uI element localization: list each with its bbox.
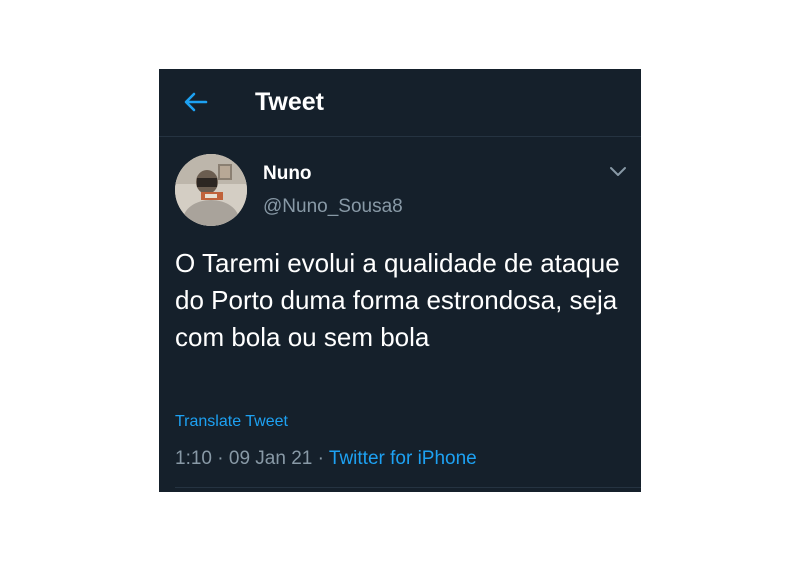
tweet-metadata: 1:10 · 09 Jan 21 · Twitter for iPhone: [175, 447, 477, 471]
tweet-date: 09 Jan 21: [228, 448, 313, 469]
meta-separator: ·: [317, 448, 324, 469]
author-handle[interactable]: @Nuno_Sousa8: [263, 195, 403, 219]
translate-tweet-link[interactable]: Translate Tweet: [175, 412, 288, 432]
divider: [175, 487, 641, 488]
meta-separator: ·: [217, 448, 224, 469]
tweet-screen: Tweet Nuno @Nuno_Sousa8 O Taremi evolui …: [159, 69, 641, 492]
page-title: Tweet: [255, 88, 324, 116]
chevron-down-icon[interactable]: [608, 165, 628, 179]
arrow-left-icon[interactable]: [181, 87, 211, 117]
top-bar: Tweet: [159, 69, 641, 137]
tweet-source-link[interactable]: Twitter for iPhone: [329, 448, 477, 469]
tweet-time: 1:10: [175, 448, 212, 469]
profile-photo-icon: [175, 154, 247, 226]
author-name[interactable]: Nuno: [263, 162, 312, 186]
avatar[interactable]: [175, 154, 247, 226]
tweet-text: O Taremi evolui a qualidade de ataque do…: [175, 248, 620, 352]
